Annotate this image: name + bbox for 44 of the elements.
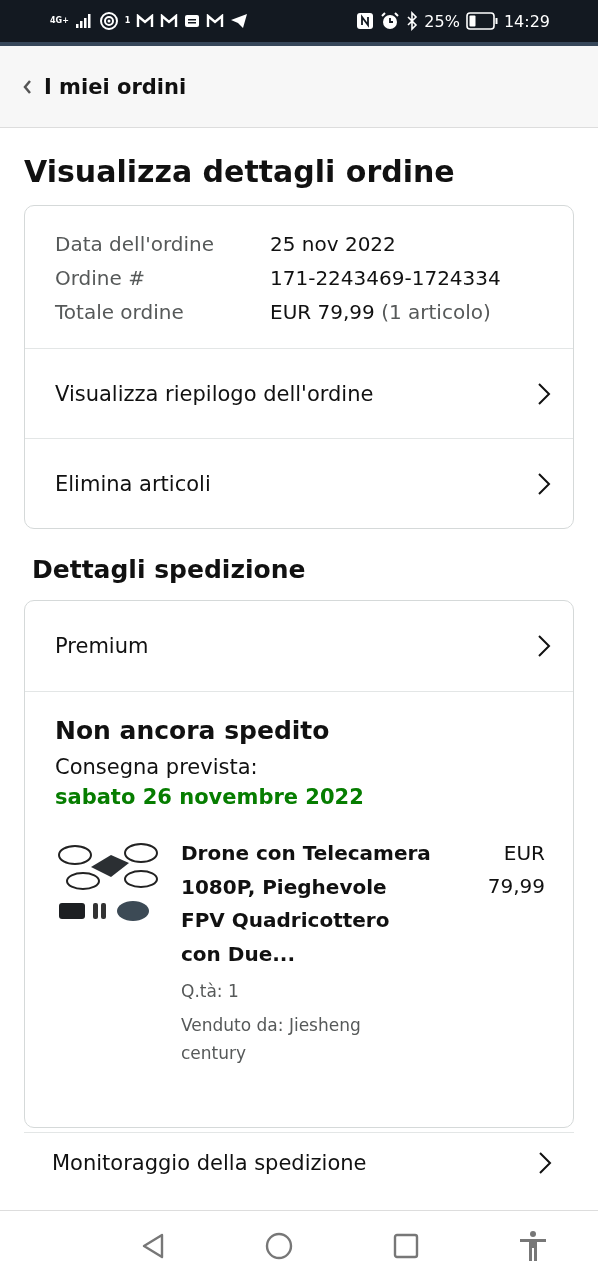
battery-icon [465, 12, 498, 30]
shipment-status: Non ancora spedito [55, 716, 331, 745]
mail-icon [160, 14, 179, 28]
delivery-label: Consegna prevista: [55, 755, 259, 779]
bluetooth-icon [406, 11, 419, 31]
chevron-right-icon [537, 634, 551, 658]
price-amount: 79,99 [487, 873, 545, 900]
alarm-icon [380, 11, 401, 31]
hotspot-count: 1 [124, 17, 131, 25]
order-link-row[interactable]: Visualizza riepilogo dell'ordine [25, 348, 573, 438]
order-info-value: 171-2243469-1724334 [270, 265, 502, 292]
mail-icon [206, 14, 225, 28]
nfc-icon [356, 12, 375, 30]
accessibility-icon[interactable] [518, 1229, 549, 1262]
product-seller: Venduto da: Jiesheng century [181, 1014, 362, 1065]
order-info-value: EUR 79,99 (1 articolo) [270, 299, 492, 326]
price-currency: EUR [503, 840, 545, 867]
product-quantity: Q.tà: 1 [181, 980, 240, 1003]
order-info-label: Data dell'ordine [55, 231, 216, 258]
paper-plane-icon [230, 13, 249, 29]
page-title: Visualizza dettagli ordine [24, 154, 456, 189]
hotspot-icon [98, 11, 119, 31]
chevron-right-icon [537, 381, 551, 406]
back-chevron-icon[interactable] [22, 78, 32, 95]
shipping-method-row[interactable]: Premium [25, 601, 573, 691]
signal-icon [74, 13, 93, 29]
chevron-right-icon [538, 1151, 552, 1175]
message-icon [184, 14, 201, 28]
network-type: 4G+ [50, 17, 69, 25]
tracking-link-row[interactable]: Monitoraggio della spedizione [24, 1132, 574, 1175]
home-nav-icon[interactable] [265, 1231, 294, 1260]
product-title[interactable]: Drone con Telecamera 1080P, Pieghevole FPV Quadricottero con Due... [181, 837, 431, 971]
clock-time: 14:29 [503, 11, 550, 31]
delivery-date: sabato 26 novembre 2022 [55, 785, 365, 809]
order-info-label: Ordine # [55, 265, 146, 292]
order-info-value: 25 nov 2022 [270, 231, 397, 258]
order-info-label: Totale ordine [55, 299, 185, 326]
mail-icon [136, 14, 155, 28]
back-link[interactable]: I miei ordini [44, 74, 187, 99]
chevron-right-icon [537, 471, 551, 496]
order-link-row[interactable]: Elimina articoli [25, 438, 573, 528]
section-heading: Dettagli spedizione [32, 555, 307, 584]
recents-nav-icon[interactable] [392, 1232, 419, 1259]
battery-percent: 25% [424, 11, 460, 31]
